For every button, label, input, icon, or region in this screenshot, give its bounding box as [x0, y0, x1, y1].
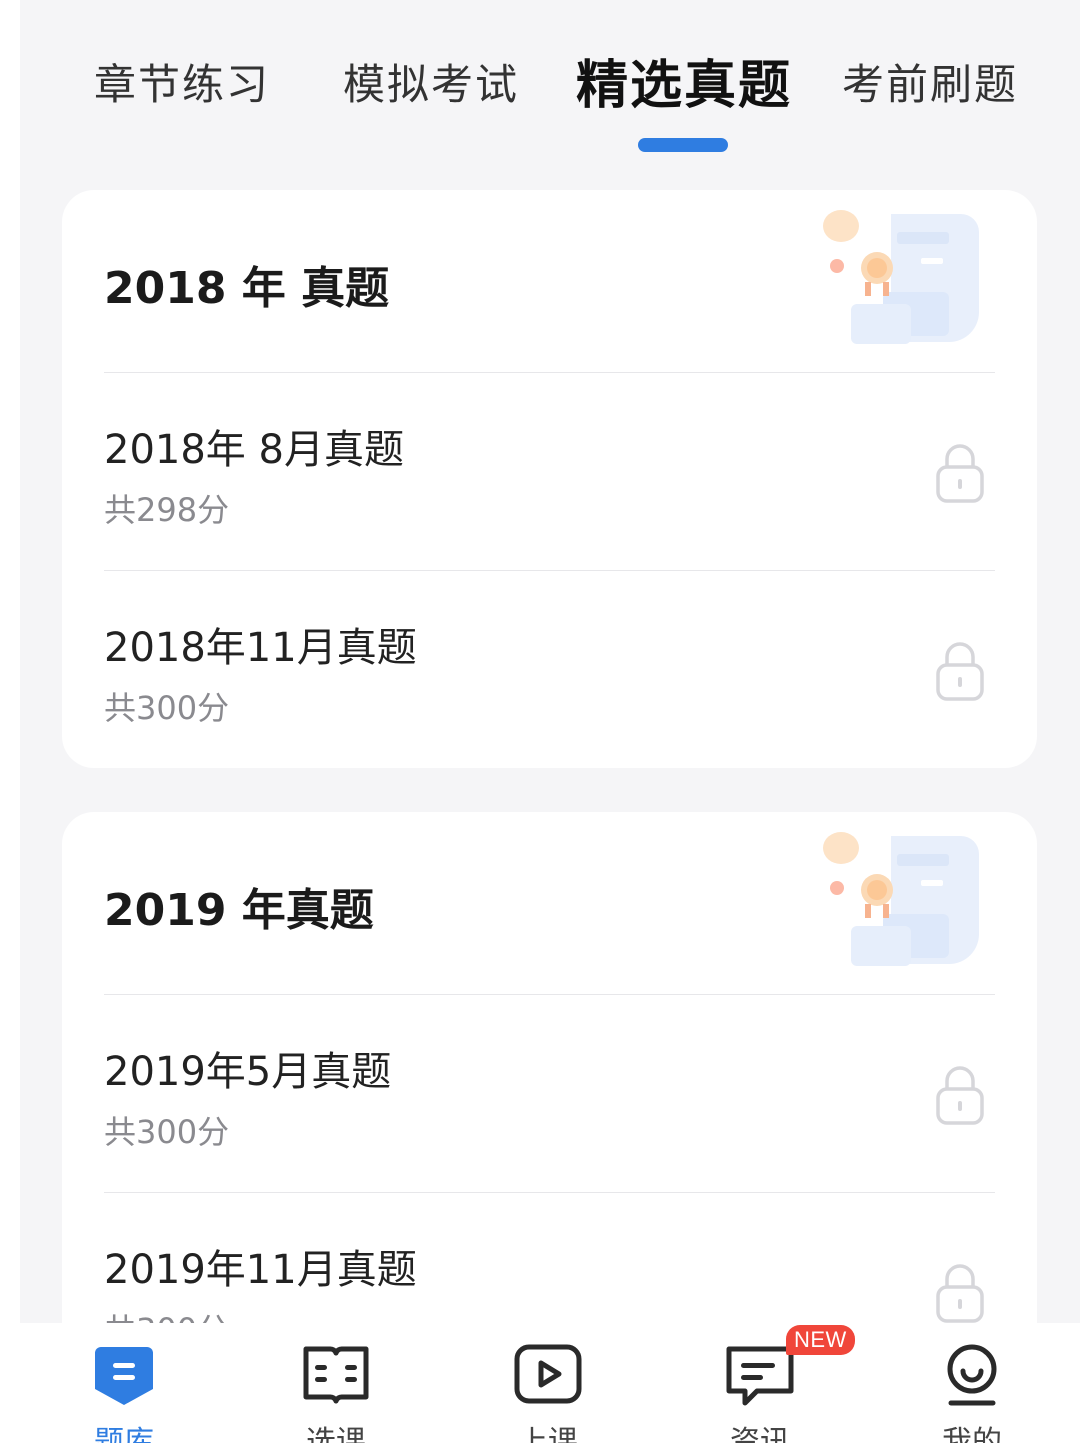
- course-select-icon: [303, 1346, 369, 1404]
- item-score: 共300分: [104, 1113, 230, 1151]
- nav-profile[interactable]: 我的: [902, 1323, 1042, 1443]
- nav-label: 我的: [942, 1425, 1002, 1443]
- tab-mock-exam[interactable]: 模拟考试: [343, 61, 519, 108]
- question-bank-icon: [95, 1347, 153, 1405]
- active-tab-indicator: [638, 138, 728, 152]
- tab-bar: 章节练习 模拟考试 精选真题 考前刷题: [20, 0, 1080, 160]
- tab-pre-exam-drill[interactable]: 考前刷题: [842, 61, 1018, 108]
- profile-icon: [947, 1344, 997, 1406]
- nav-label: 资讯: [730, 1425, 790, 1443]
- section-header: 2019 年真题: [104, 812, 995, 995]
- app-screen: 章节练习 模拟考试 精选真题 考前刷题 2018 年 真题 2018年 8月真题…: [20, 0, 1080, 1443]
- nav-label: 上课: [518, 1425, 578, 1443]
- tab-chapter-practice[interactable]: 章节练习: [94, 61, 270, 108]
- lock-icon: [936, 1066, 984, 1125]
- item-title: 2018年11月真题: [104, 625, 417, 671]
- nav-news[interactable]: NEW 资讯: [690, 1323, 855, 1443]
- bottom-nav: 题库 选课 上课 NEW 资讯 我的: [20, 1323, 1080, 1443]
- list-item[interactable]: 2019年5月真题 共300分: [104, 995, 995, 1193]
- exam-certificate-illustration-icon: [823, 210, 979, 344]
- lock-icon: [936, 1264, 984, 1323]
- news-icon: [726, 1346, 794, 1406]
- item-score: 共298分: [104, 491, 230, 529]
- section-header: 2018 年 真题: [104, 190, 995, 373]
- play-class-icon: [514, 1344, 582, 1404]
- lock-icon: [936, 642, 984, 701]
- item-title: 2019年5月真题: [104, 1049, 392, 1095]
- nav-question-bank[interactable]: 题库: [54, 1323, 194, 1443]
- tab-selected-real-exams[interactable]: 精选真题: [576, 57, 792, 115]
- new-badge: NEW: [786, 1325, 855, 1355]
- section-title: 2018 年 真题: [104, 263, 390, 314]
- section-card-2018: 2018 年 真题 2018年 8月真题 共298分 2018年11月真题 共3…: [62, 190, 1037, 768]
- nav-label: 题库: [94, 1425, 154, 1443]
- nav-course-select[interactable]: 选课: [266, 1323, 406, 1443]
- section-title: 2019 年真题: [104, 885, 374, 936]
- exam-certificate-illustration-icon: [823, 832, 979, 966]
- item-title: 2019年11月真题: [104, 1247, 417, 1293]
- list-item[interactable]: 2018年11月真题 共300分: [104, 571, 995, 768]
- lock-icon: [936, 444, 984, 503]
- nav-label: 选课: [306, 1425, 366, 1443]
- nav-play-class[interactable]: 上课: [478, 1323, 618, 1443]
- item-score: 共300分: [104, 689, 230, 727]
- list-item[interactable]: 2018年 8月真题 共298分: [104, 373, 995, 571]
- item-title: 2018年 8月真题: [104, 427, 404, 473]
